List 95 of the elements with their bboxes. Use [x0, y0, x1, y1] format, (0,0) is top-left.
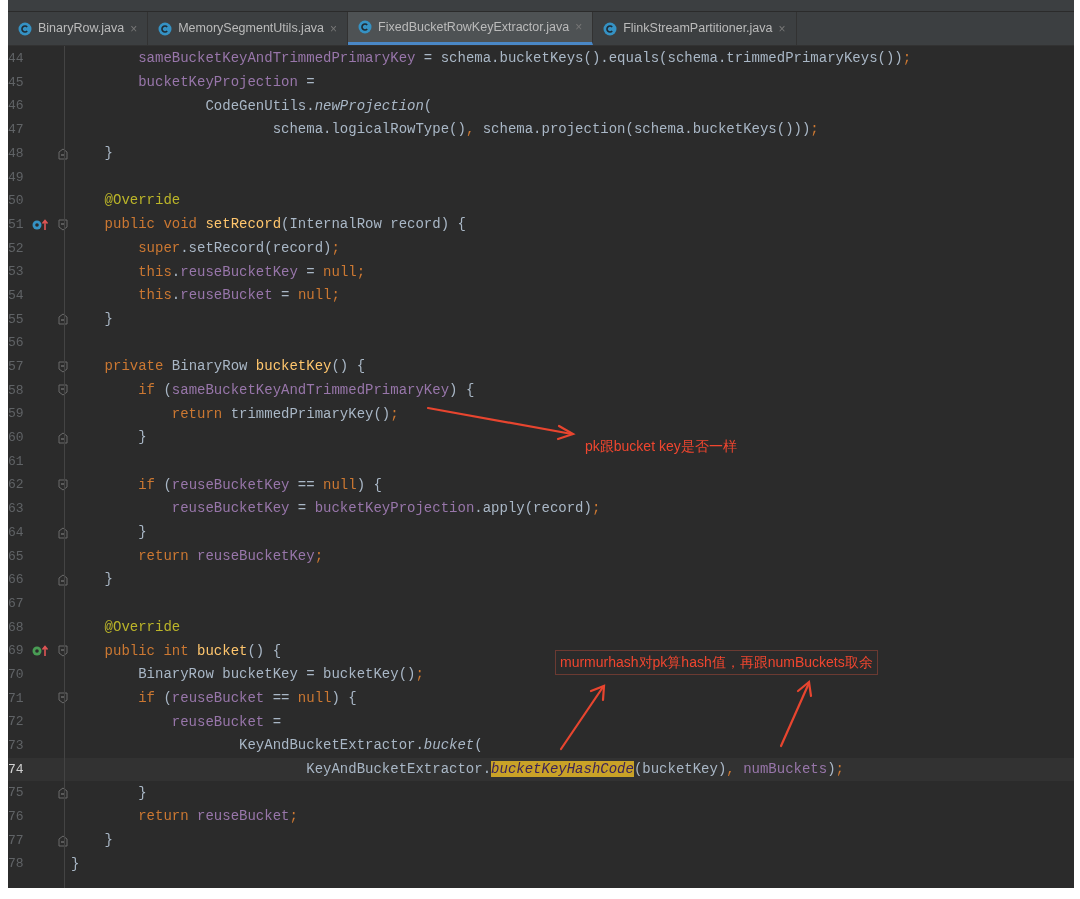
line-number: 54 — [8, 286, 25, 305]
line-number: 60 — [8, 429, 25, 448]
fold-marker-icon[interactable] — [58, 384, 68, 397]
implement-marker-icon[interactable] — [32, 645, 50, 658]
code-line: if (sameBucketKeyAndTrimmedPrimaryKey) { — [137, 380, 475, 400]
line-number: 63 — [8, 500, 25, 519]
line-number: 68 — [8, 618, 25, 637]
line-number: 66 — [8, 571, 25, 590]
class-icon — [158, 21, 173, 36]
line-number: 77 — [8, 831, 25, 850]
class-icon — [358, 20, 373, 34]
line-number: 72 — [8, 713, 25, 732]
code-line: @Override — [103, 617, 181, 637]
line-number: 64 — [8, 523, 25, 542]
line-number: 74 — [8, 760, 25, 779]
code-line: private BinaryRow bucketKey() { — [103, 357, 366, 377]
arrow — [558, 682, 608, 752]
code-line: reuseBucketKey = bucketKeyProjection.apply(record); — [170, 499, 601, 519]
annotation-note: pk跟bucket key是否一样 — [585, 437, 737, 456]
code-line: return reuseBucket; — [137, 807, 298, 827]
code-line: if (reuseBucket == null) { — [137, 688, 357, 708]
line-number: 69 — [8, 642, 25, 661]
line-number: 48 — [8, 144, 25, 163]
editor-tab[interactable]: FixedBucketRowKeyExtractor.java × — [348, 12, 594, 45]
line-number: 50 — [8, 192, 25, 211]
line-number: 56 — [8, 334, 25, 353]
code-line: reuseBucket = — [170, 712, 282, 732]
class-icon — [603, 21, 618, 36]
line-number: 46 — [8, 97, 25, 116]
line-number: 58 — [8, 381, 25, 400]
code-line: return trimmedPrimaryKey(); — [170, 404, 399, 424]
code-line: } — [137, 523, 147, 543]
line-number: 47 — [8, 121, 25, 140]
code-line: } — [103, 144, 113, 164]
code-line: public int bucket() { — [103, 641, 282, 661]
fold-marker-icon[interactable] — [58, 360, 68, 373]
line-number: 51 — [8, 215, 25, 234]
code-line: this.reuseBucketKey = null; — [137, 262, 366, 282]
annotation-note: murmurhash对pk算hash值，再跟numBuckets取余 — [555, 650, 878, 675]
code-line: public void setRecord(InternalRow record) { — [103, 215, 466, 235]
fold-marker-icon[interactable] — [58, 218, 68, 231]
code-line: } — [137, 428, 147, 448]
code-line: return reuseBucketKey; — [137, 546, 324, 566]
code-line: super.setRecord(record); — [137, 238, 340, 258]
fold-marker-icon[interactable] — [58, 573, 68, 586]
code-line: schema.logicalRowType(), schema.projection(schema.bucketKeys())); — [271, 120, 819, 140]
line-number: 78 — [8, 855, 25, 874]
code-line: BinaryRow bucketKey = bucketKey(); — [137, 665, 424, 685]
close-icon[interactable]: × — [778, 19, 786, 38]
code-line: } — [103, 831, 113, 851]
code-line: } — [137, 783, 147, 803]
line-number: 55 — [8, 310, 25, 329]
fold-marker-icon[interactable] — [58, 787, 68, 800]
fold-marker-icon[interactable] — [58, 692, 68, 705]
code-line: @Override — [103, 191, 181, 211]
line-number: 76 — [8, 808, 25, 827]
line-number: 75 — [8, 784, 25, 803]
code-line: bucketKeyProjection = — [137, 73, 315, 93]
override-marker-icon[interactable] — [32, 218, 50, 231]
code-line: this.reuseBucket = null; — [137, 286, 340, 306]
code-line: if (reuseBucketKey == null) { — [137, 475, 382, 495]
code-line: } — [103, 570, 113, 590]
line-number: 59 — [8, 405, 25, 424]
line-number: 44 — [8, 50, 25, 69]
fold-marker-icon[interactable] — [58, 431, 68, 444]
code-line: CodeGenUtils.newProjection( — [204, 96, 433, 116]
line-number: 61 — [8, 452, 25, 471]
code-line: } — [103, 309, 113, 329]
code-line: KeyAndBucketExtractor.bucketKeyHashCode(bucketKey), numBuckets); — [305, 759, 844, 779]
line-number: 71 — [8, 689, 25, 708]
editor-tab[interactable]: BinaryRow.java × — [8, 12, 149, 45]
line-number: 45 — [8, 73, 25, 92]
line-number: 73 — [8, 737, 25, 756]
line-number: 67 — [8, 594, 25, 613]
arrow — [778, 678, 814, 750]
editor-tab[interactable]: FlinkStreamPartitioner.java × — [593, 12, 797, 45]
line-number: 57 — [8, 358, 25, 377]
fold-marker-icon[interactable] — [58, 645, 68, 658]
code-line: KeyAndBucketExtractor.bucket( — [238, 736, 483, 756]
line-number: 62 — [8, 476, 25, 495]
line-number: 52 — [8, 239, 25, 258]
close-icon[interactable]: × — [330, 19, 338, 38]
fold-marker-icon[interactable] — [58, 834, 68, 847]
close-icon[interactable]: × — [130, 19, 138, 38]
code-line: } — [71, 854, 80, 874]
fold-marker-icon[interactable] — [58, 479, 68, 492]
line-number: 49 — [8, 168, 25, 187]
line-number: 70 — [8, 665, 25, 684]
fold-marker-icon[interactable] — [58, 526, 68, 539]
fold-marker-icon[interactable] — [58, 147, 68, 160]
class-icon — [18, 21, 32, 36]
line-number: 65 — [8, 547, 25, 566]
code-line: sameBucketKeyAndTrimmedPrimaryKey = schema.bucketKeys().equals(schema.trimmedPrimaryKeys()); — [137, 49, 912, 69]
fold-marker-icon[interactable] — [58, 313, 68, 326]
line-number: 53 — [8, 263, 25, 282]
